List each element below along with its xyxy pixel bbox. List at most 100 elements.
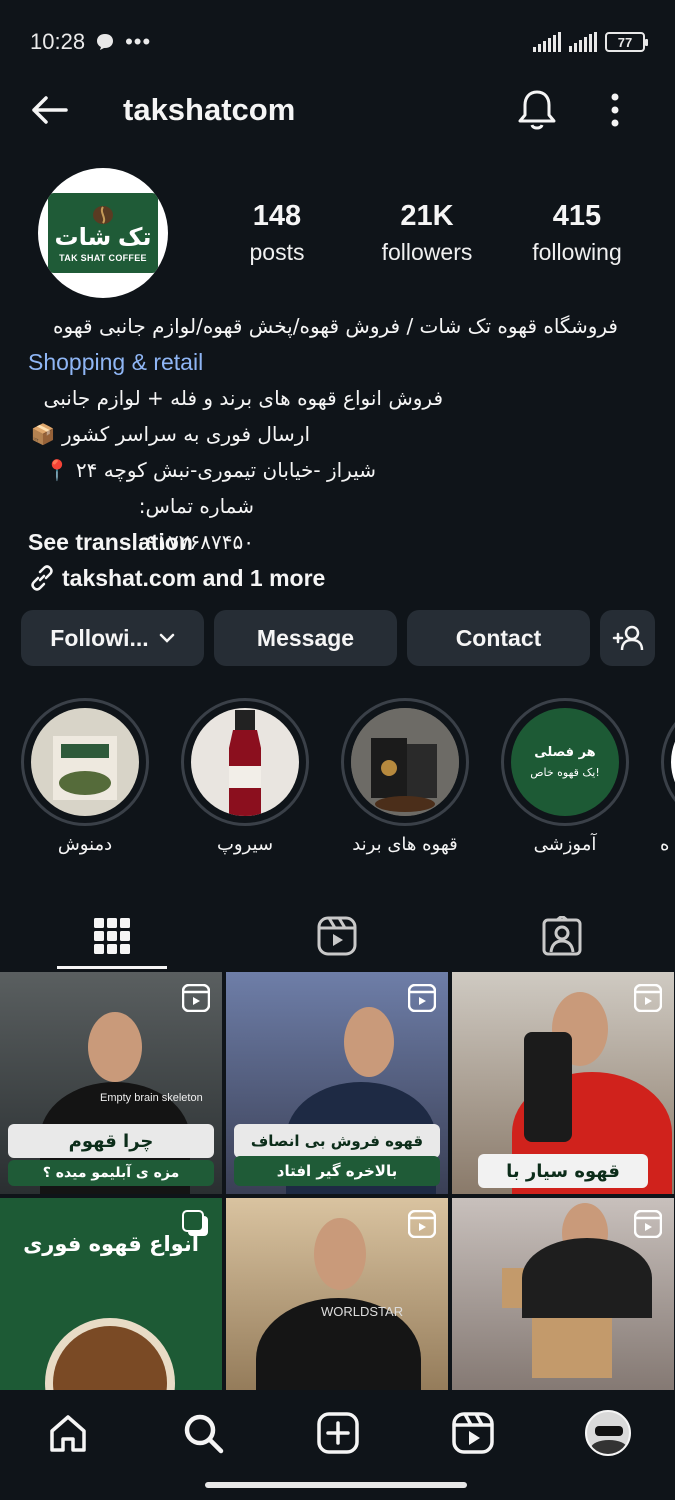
add-post-icon: [317, 1412, 359, 1454]
profile-avatar[interactable]: تک شات TAK SHAT COFFEE: [38, 168, 168, 298]
reels-icon: [317, 916, 357, 956]
status-bar: 10:28 ••• 77: [0, 0, 675, 84]
posts-label: posts: [249, 239, 305, 265]
more-vertical-icon: [611, 93, 619, 127]
posts-count: 148: [252, 200, 302, 232]
following-button[interactable]: Followi...: [21, 610, 204, 666]
options-button[interactable]: [605, 87, 625, 138]
reel-badge-icon: [634, 984, 662, 1012]
highlight-thumbnail: [191, 708, 299, 816]
signal-hplus-icon: [569, 32, 597, 52]
highlight-thumb-title: هر فصلی: [534, 745, 596, 760]
highlight-herbal-tea[interactable]: دمنوش: [20, 698, 150, 855]
stat-following[interactable]: 415 following: [512, 198, 642, 270]
profile-actions: Followi... Message Contact: [21, 610, 655, 666]
post-shirt-text: Empty brain skeleton: [100, 1092, 203, 1104]
post-thumbnail[interactable]: [452, 1198, 674, 1390]
suggested-users-button[interactable]: [600, 610, 655, 666]
highlight-ring: [181, 698, 309, 826]
tab-reels[interactable]: [307, 906, 367, 966]
post-thumbnail[interactable]: قهوه سیار با: [452, 972, 674, 1194]
tagged-person-icon: [542, 916, 582, 956]
story-highlights: دمنوش سیروپ قهوه های برند هر فصلی یک قهو…: [20, 698, 675, 868]
highlight-partial[interactable]: ه: [660, 698, 675, 855]
clock: 10:28: [30, 29, 86, 54]
message-button-label: Message: [256, 624, 355, 651]
tab-tagged[interactable]: [532, 906, 592, 966]
content-tabs: [0, 900, 675, 970]
highlight-thumbnail: [671, 708, 675, 816]
followers-count: 21K: [400, 200, 454, 232]
post-banner-sub: بالاخره گیر افتاد: [234, 1156, 440, 1186]
profile-summary: تک شات TAK SHAT COFFEE 148 posts 21K fol…: [38, 168, 658, 298]
highlight-brand-coffee[interactable]: قهوه های برند: [340, 698, 470, 855]
nav-reels[interactable]: [448, 1408, 498, 1458]
bio-line-3: شیراز -خیابان تیموری-نبش کوچه ۲۴ 📍: [44, 458, 376, 482]
battery-level: 77: [617, 34, 633, 50]
cardboard-box: [532, 1318, 612, 1378]
message-button[interactable]: Message: [214, 610, 397, 666]
more-notifications-icon: •••: [125, 29, 152, 54]
nav-search[interactable]: [178, 1408, 228, 1458]
highlight-syrup[interactable]: سیروپ: [180, 698, 310, 855]
post-thumbnail[interactable]: Empty brain skeleton چرا قهوم مزه ی آبلی…: [0, 972, 222, 1194]
bio-category[interactable]: Shopping & retail: [28, 344, 648, 380]
back-button[interactable]: [26, 88, 70, 132]
external-link[interactable]: takshat.com and 1 more: [28, 560, 648, 596]
reels-icon: [452, 1412, 494, 1454]
reel-badge-icon: [182, 984, 210, 1012]
nav-profile[interactable]: [583, 1408, 633, 1458]
highlight-caption: سیروپ: [216, 834, 274, 855]
contact-button[interactable]: Contact: [407, 610, 590, 666]
reel-badge-icon: [408, 1210, 436, 1238]
highlight-caption: دمنوش: [57, 834, 113, 855]
bottom-navigation: [0, 1390, 675, 1500]
gesture-bar[interactable]: [205, 1482, 467, 1488]
portable-espresso-device: [524, 1032, 572, 1142]
bio-name: فروشگاه قهوه تک شات / فروش قهوه/پخش قهوه…: [53, 314, 618, 338]
coffee-bean-icon: [93, 205, 113, 224]
post-banner: چرا قهوم: [8, 1124, 214, 1158]
post-banner: قهوه سیار با: [478, 1154, 648, 1188]
active-tab-indicator: [57, 966, 167, 969]
highlight-thumbnail: [31, 708, 139, 816]
external-link-text: takshat.com and 1 more: [62, 565, 326, 591]
highlight-tutorial[interactable]: هر فصلی یک قهوه خاص! آموزشی: [500, 698, 630, 855]
posts-grid: Empty brain skeleton چرا قهوم مزه ی آبلی…: [0, 972, 675, 1390]
highlight-ring: [21, 698, 149, 826]
see-translation-link[interactable]: See translation: [28, 524, 648, 560]
following-count: 415: [552, 200, 602, 232]
battery-icon: 77: [605, 32, 648, 52]
chat-bubble-icon: [97, 34, 114, 50]
highlight-thumbnail: [351, 708, 459, 816]
profile-header: takshatcom: [0, 84, 675, 136]
notifications-button[interactable]: [515, 87, 559, 138]
highlight-thumb-subtitle: یک قهوه خاص!: [530, 766, 600, 779]
highlight-caption: ه: [660, 834, 670, 855]
nav-home[interactable]: [43, 1408, 93, 1458]
stat-posts[interactable]: 148 posts: [212, 198, 342, 270]
reel-badge-icon: [634, 1210, 662, 1238]
signal-icon: [533, 32, 561, 52]
profile-username: takshatcom: [123, 92, 296, 127]
highlight-caption: قهوه های برند: [352, 834, 458, 855]
logo-text-fa: تک شات: [54, 223, 152, 251]
following-button-label: Followi...: [50, 624, 149, 651]
post-banner-sub: مزه ی آبلیمو میده ؟: [8, 1160, 214, 1186]
home-icon: [50, 1415, 86, 1452]
highlight-ring: هر فصلی یک قهوه خاص!: [501, 698, 629, 826]
post-thumbnail[interactable]: انواع قهوه فوری: [0, 1198, 222, 1390]
bio-line-2: ارسال فوری به سراسر کشور 📦: [30, 422, 310, 446]
stat-followers[interactable]: 21K followers: [362, 198, 492, 270]
carousel-badge-icon: [182, 1210, 208, 1236]
tab-posts-grid[interactable]: [82, 906, 142, 966]
search-icon: [184, 1414, 224, 1454]
highlight-ring: [341, 698, 469, 826]
post-thumbnail[interactable]: WORLDSTAR: [226, 1198, 448, 1390]
nav-create[interactable]: [313, 1408, 363, 1458]
highlight-ring: [661, 698, 675, 826]
link-icon: [31, 565, 53, 591]
reel-badge-icon: [408, 984, 436, 1012]
post-thumbnail[interactable]: قهوه فروش بی انصاف بالاخره گیر افتاد: [226, 972, 448, 1194]
post-shirt-text: WORLDSTAR: [321, 1304, 404, 1319]
